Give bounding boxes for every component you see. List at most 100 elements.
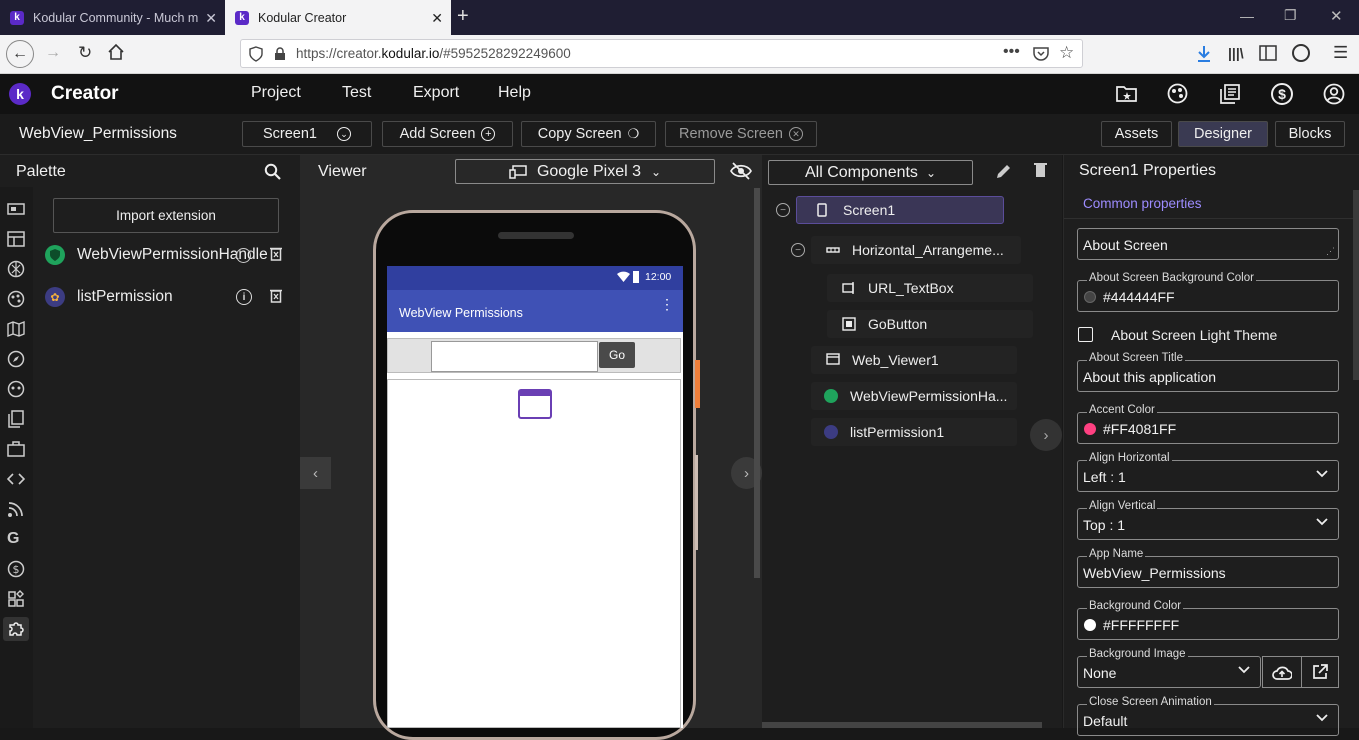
- close-tab-icon[interactable]: ✕: [431, 10, 443, 27]
- about-screen-textarea[interactable]: About Screen ⋰: [1077, 228, 1339, 260]
- close-tab-icon[interactable]: ✕: [205, 10, 217, 27]
- upload-cloud-button[interactable]: [1262, 656, 1301, 688]
- tree-node-url-textbox[interactable]: URL_TextBox: [827, 274, 1033, 302]
- palette-item-webviewpermissionhandler[interactable]: WebViewPermissionHandler: [45, 245, 267, 265]
- back-button[interactable]: ←: [6, 40, 34, 68]
- delete-component-icon[interactable]: [1034, 162, 1047, 178]
- user-interface-icon[interactable]: [7, 200, 25, 218]
- hamburger-menu-icon[interactable]: ☰: [1333, 43, 1348, 63]
- info-icon[interactable]: i: [236, 289, 252, 305]
- browser-tab-creator[interactable]: k Kodular Creator ✕: [225, 0, 451, 35]
- tree-node-webviewpermissionhandler[interactable]: WebViewPermissionHa...: [811, 382, 1017, 410]
- open-external-button[interactable]: [1301, 656, 1339, 688]
- sidebar-icon[interactable]: [1259, 45, 1277, 61]
- overflow-menu-icon[interactable]: ⋮: [660, 297, 674, 311]
- about-screen-title-field[interactable]: About Screen Title About this applicatio…: [1077, 352, 1339, 392]
- color-swatch: [1084, 423, 1096, 435]
- reload-icon[interactable]: ↻: [78, 43, 92, 63]
- assets-button[interactable]: Assets: [1101, 121, 1172, 147]
- collapse-screen1-icon[interactable]: −: [776, 203, 790, 217]
- tree-horizontal-scrollbar[interactable]: [762, 722, 1042, 728]
- device-select[interactable]: Google Pixel 3 ⌄: [455, 159, 715, 184]
- tree-node-web-viewer1[interactable]: Web_Viewer1: [811, 346, 1017, 374]
- about-screen-bg-color-field[interactable]: About Screen Background Color #444444FF: [1077, 272, 1339, 312]
- utilities-briefcase-icon[interactable]: [7, 440, 25, 458]
- library-icon[interactable]: |||\: [1228, 45, 1244, 61]
- new-tab-button[interactable]: +: [457, 5, 469, 28]
- layout-icon[interactable]: [7, 230, 25, 248]
- palette-theme-icon[interactable]: [1167, 83, 1188, 104]
- go-button[interactable]: Go: [599, 342, 635, 368]
- accent-color-field[interactable]: Accent Color #FF4081FF: [1077, 404, 1339, 444]
- code-icon[interactable]: [7, 470, 25, 488]
- minimize-window-icon[interactable]: —: [1240, 8, 1254, 24]
- tree-node-horizontal-arrangement[interactable]: Horizontal_Arrangeme...: [811, 236, 1021, 264]
- remove-screen-button[interactable]: Remove Screen ✕: [665, 121, 817, 147]
- edit-pencil-icon[interactable]: [995, 163, 1012, 180]
- folder-star-icon[interactable]: [1116, 84, 1137, 102]
- align-horizontal-select[interactable]: Align Horizontal Left : 1: [1077, 452, 1339, 492]
- storage-icon[interactable]: [7, 410, 25, 428]
- background-color-field[interactable]: Background Color #FFFFFFFF: [1077, 600, 1339, 640]
- copy-screen-button[interactable]: Copy Screen ❍: [521, 121, 656, 147]
- library-books-icon[interactable]: [1220, 84, 1240, 104]
- download-icon[interactable]: [1196, 45, 1212, 63]
- designer-button[interactable]: Designer: [1178, 121, 1268, 147]
- forward-button[interactable]: →: [45, 44, 61, 62]
- close-window-icon[interactable]: ✕: [1330, 7, 1343, 25]
- tree-collapse-right-button[interactable]: ›: [1030, 419, 1062, 451]
- account-icon[interactable]: [1292, 44, 1310, 62]
- extension-puzzle-icon[interactable]: [3, 617, 29, 641]
- component-filter-select[interactable]: All Components ⌄: [768, 160, 973, 185]
- browser-tab-community[interactable]: k Kodular Community - Much m ✕: [0, 0, 225, 35]
- delete-icon[interactable]: [270, 288, 282, 303]
- sensors-compass-icon[interactable]: [7, 350, 25, 368]
- viewer-scroll-left-button[interactable]: ‹: [300, 457, 331, 489]
- url-bar[interactable]: https://creator. kodular.io/#595252829224…: [240, 39, 1083, 68]
- app-name-field[interactable]: App Name WebView_Permissions: [1077, 548, 1339, 588]
- web-viewer[interactable]: [387, 379, 681, 728]
- bookmark-star-icon[interactable]: ☆: [1059, 43, 1074, 63]
- tree-node-gobutton[interactable]: GoButton: [827, 310, 1033, 338]
- url-textbox[interactable]: [431, 341, 598, 372]
- align-vertical-select[interactable]: Align Vertical Top : 1: [1077, 500, 1339, 540]
- account-circle-icon[interactable]: [1323, 83, 1345, 105]
- add-screen-button[interactable]: Add Screen +: [382, 121, 513, 147]
- dynamic-components-icon[interactable]: [7, 590, 25, 608]
- palette-item-listpermission[interactable]: ✿ listPermission: [45, 287, 173, 307]
- drawing-animation-icon[interactable]: [7, 290, 25, 308]
- delete-icon[interactable]: [270, 246, 282, 261]
- more-actions-icon[interactable]: •••: [1003, 43, 1020, 61]
- pocket-icon[interactable]: [1033, 46, 1049, 61]
- light-theme-checkbox[interactable]: [1078, 327, 1093, 342]
- restore-window-icon[interactable]: ❐: [1284, 7, 1297, 24]
- collapse-arrangement-icon[interactable]: −: [791, 243, 805, 257]
- screen-select-button[interactable]: Screen1 ⌄: [242, 121, 372, 147]
- google-icon[interactable]: G: [7, 530, 25, 548]
- rss-feed-icon[interactable]: [7, 500, 25, 518]
- viewer-scrollbar[interactable]: [754, 188, 760, 578]
- import-extension-button[interactable]: Import extension: [53, 198, 279, 233]
- hidden-components-eye-off-icon[interactable]: [730, 162, 752, 180]
- close-screen-animation-select[interactable]: Close Screen Animation Default: [1077, 696, 1339, 736]
- menu-project[interactable]: Project: [251, 84, 301, 102]
- common-properties-tab[interactable]: Common properties: [1083, 196, 1202, 211]
- menu-help[interactable]: Help: [498, 84, 531, 102]
- menu-test[interactable]: Test: [342, 84, 371, 102]
- media-icon[interactable]: [7, 260, 25, 278]
- maps-icon[interactable]: [7, 320, 25, 338]
- social-icon[interactable]: [7, 380, 25, 398]
- dollar-icon[interactable]: $: [1271, 83, 1293, 105]
- background-image-select[interactable]: Background Image None: [1077, 648, 1261, 688]
- menu-export[interactable]: Export: [413, 84, 459, 102]
- blocks-button[interactable]: Blocks: [1275, 121, 1345, 147]
- horizontal-arrangement[interactable]: Go: [387, 338, 681, 373]
- search-icon[interactable]: [264, 163, 281, 180]
- info-icon[interactable]: [236, 248, 251, 263]
- tree-node-screen1[interactable]: Screen1: [796, 196, 1004, 224]
- properties-scrollbar[interactable]: [1353, 190, 1359, 380]
- monetization-icon[interactable]: $: [7, 560, 25, 578]
- tree-node-listpermission1[interactable]: listPermission1: [811, 418, 1017, 446]
- home-icon[interactable]: [107, 43, 125, 61]
- kodular-logo[interactable]: k: [9, 83, 31, 105]
